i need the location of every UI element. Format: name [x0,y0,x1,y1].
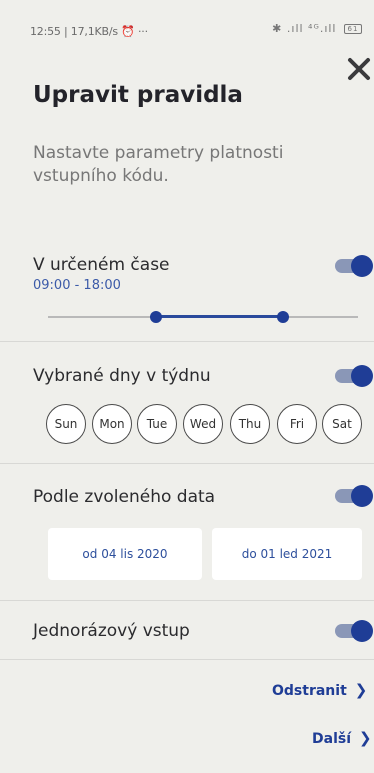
time-rule-toggle[interactable] [333,255,373,277]
battery-icon: 61 [344,24,362,34]
chevron-right-icon: ❯ [354,681,368,699]
divider [0,341,374,342]
day-thu[interactable]: Thu [230,404,270,444]
day-mon[interactable]: Mon [92,404,132,444]
divider [0,600,374,601]
day-wed[interactable]: Wed [183,404,223,444]
day-sun[interactable]: Sun [46,404,86,444]
date-rule-toggle[interactable] [333,485,373,507]
slider-start-handle[interactable] [150,311,162,323]
status-more: ··· [137,25,148,38]
status-time: 12:55 | 17,1KB/s ⏰ ··· [30,25,148,38]
slider-end-handle[interactable] [277,311,289,323]
toggle-knob [351,255,373,277]
page-title: Upravit pravidla [33,82,243,108]
weekdays-rule-toggle[interactable] [333,365,373,387]
toggle-knob [351,620,373,642]
edit-rules-screen: 12:55 | 17,1KB/s ⏰ ··· ✱ .ıll ⁴ᴳ.ıll 61 … [0,0,374,773]
time-rule-label: V určeném čase [33,255,170,275]
slider-selected-range [156,315,283,318]
time-range-slider[interactable] [48,310,358,324]
weekdays-rule-label: Vybrané dny v týdnu [33,366,211,386]
toggle-knob [351,485,373,507]
date-to-button[interactable]: do 01 led 2021 [212,528,362,580]
divider [0,463,374,464]
next-button[interactable]: Další ❯ [312,729,372,747]
divider [0,659,374,660]
date-from-button[interactable]: od 04 lis 2020 [48,528,202,580]
time-range-value: 09:00 - 18:00 [33,278,121,293]
status-bar: 12:55 | 17,1KB/s ⏰ ··· ✱ .ıll ⁴ᴳ.ıll 61 [0,0,374,40]
weekday-selector: Sun Mon Tue Wed Thu Fri Sat [40,404,370,444]
page-subtitle: Nastavte parametry platnosti vstupního k… [33,143,284,186]
signal-icon: ✱ .ıll ⁴ᴳ.ıll [272,22,337,35]
day-tue[interactable]: Tue [137,404,177,444]
single-entry-rule-label: Jednorázový vstup [33,621,190,641]
chevron-right-icon: ❯ [359,729,372,747]
status-icons: ✱ .ıll ⁴ᴳ.ıll 61 [272,22,362,35]
day-sat[interactable]: Sat [322,404,362,444]
day-fri[interactable]: Fri [277,404,317,444]
remove-button[interactable]: Odstranit ❯ [272,681,367,699]
toggle-knob [351,365,373,387]
close-icon[interactable] [346,56,372,82]
single-entry-rule-toggle[interactable] [333,620,373,642]
date-rule-label: Podle zvoleného data [33,487,216,507]
alarm-icon: ⏰ [121,25,135,38]
